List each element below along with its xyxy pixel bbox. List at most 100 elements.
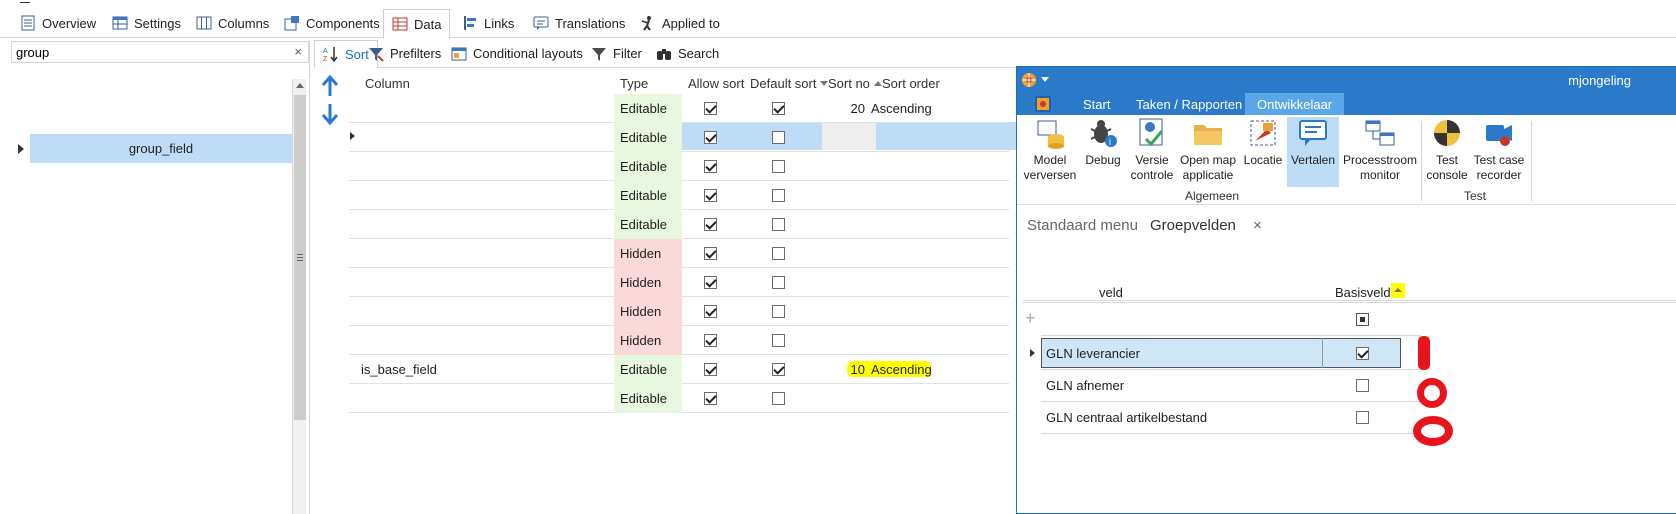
ribbon-group-algemeen: Algemeen [1185, 189, 1240, 203]
vertalen-button[interactable]: Vertalen [1287, 117, 1339, 187]
default-sort-checkbox[interactable] [772, 218, 785, 231]
allow-sort-checkbox[interactable] [704, 189, 717, 202]
default-sort-checkbox[interactable] [772, 305, 785, 318]
header-sort-no[interactable]: Sort no [828, 72, 882, 94]
header-basisveld[interactable]: Basisveld [1335, 285, 1391, 300]
table-row[interactable]: Hidden [349, 326, 1009, 355]
filter-row-checkbox[interactable] [1356, 313, 1369, 326]
allow-sort-checkbox[interactable] [704, 247, 717, 260]
subtab-filter[interactable]: Filter [591, 40, 642, 67]
move-down-button[interactable] [320, 102, 340, 126]
test-case-recorder-button[interactable]: Test case recorder [1471, 117, 1527, 187]
header-column[interactable]: Column [365, 72, 410, 94]
default-sort-checkbox[interactable] [772, 160, 785, 173]
move-up-button[interactable] [320, 74, 340, 98]
allow-sort-checkbox[interactable] [704, 218, 717, 231]
header-allow-sort[interactable]: Allow sort [688, 72, 744, 94]
veld-name[interactable]: GLN centraal artikelbestand [1046, 410, 1207, 425]
subtab-search[interactable]: Search [656, 40, 719, 67]
table-row[interactable]: Editable [349, 152, 1009, 181]
table-row[interactable]: is_base_field Editable 10 Ascending [349, 355, 1009, 384]
doc-tab-standaard-menu[interactable]: Standaard menu [1027, 217, 1138, 234]
table-row[interactable]: Hidden [349, 297, 1009, 326]
table-row[interactable]: Editable [349, 181, 1009, 210]
default-sort-checkbox[interactable] [772, 363, 785, 376]
left-scrollbar[interactable] [292, 79, 306, 514]
cell-type: Hidden [614, 268, 682, 297]
ribbon-tab-ontwikkelaar[interactable]: Ontwikkelaar [1245, 93, 1345, 115]
basisveld-checkbox[interactable] [1356, 347, 1369, 360]
default-sort-checkbox[interactable] [772, 189, 785, 202]
table-row[interactable]: Editable [349, 210, 1009, 239]
cell-type: Editable [614, 210, 682, 239]
open-map-applicatie-button[interactable]: Open map applicatie [1177, 117, 1239, 187]
subtab-conditional-layouts[interactable]: Conditional layouts [451, 40, 583, 67]
tab-applied-to[interactable]: Applied to [640, 8, 720, 38]
clear-search-icon[interactable]: × [294, 44, 302, 59]
default-sort-checkbox[interactable] [772, 276, 785, 289]
header-sort-order[interactable]: Sort order [882, 72, 940, 94]
veld-name[interactable]: GLN afnemer [1046, 378, 1124, 393]
debug-button[interactable]: i Debug [1083, 117, 1123, 187]
header-veld[interactable]: veld [1099, 285, 1123, 300]
table-row[interactable]: Editable [349, 384, 1009, 413]
default-sort-checkbox[interactable] [772, 334, 785, 347]
allow-sort-checkbox[interactable] [704, 102, 717, 115]
annotation-mark [1418, 336, 1430, 370]
subtab-prefilters[interactable]: Prefilters [368, 40, 441, 67]
close-tab-icon[interactable]: × [1253, 217, 1262, 234]
header-default-sort[interactable]: Default sort [750, 72, 829, 94]
ribbon-tab-taken-rapporten[interactable]: Taken / Rapporten [1136, 93, 1242, 115]
tree-item-selected[interactable]: group_field [30, 134, 292, 163]
conditional-layout-icon [451, 46, 467, 62]
allow-sort-checkbox[interactable] [704, 160, 717, 173]
window-top-edge [0, 0, 1676, 8]
basisveld-checkbox[interactable] [1356, 411, 1369, 424]
default-sort-checkbox[interactable] [772, 102, 785, 115]
cell-divider [1322, 338, 1323, 368]
translate-icon [1297, 117, 1329, 149]
top-tab-bar: Overview Settings Columns Components Dat… [0, 8, 1676, 39]
allow-sort-checkbox[interactable] [704, 305, 717, 318]
allow-sort-checkbox[interactable] [704, 276, 717, 289]
allow-sort-checkbox[interactable] [704, 131, 717, 144]
versie-controle-button[interactable]: Versie controle [1129, 117, 1175, 187]
tab-components[interactable]: Components [284, 8, 380, 38]
search-input[interactable] [12, 42, 272, 62]
default-sort-checkbox[interactable] [772, 392, 785, 405]
tab-columns[interactable]: Columns [196, 8, 269, 38]
default-sort-checkbox[interactable] [772, 247, 785, 260]
table-row[interactable]: Hidden [349, 268, 1009, 297]
table-row[interactable]: Editable [349, 123, 1009, 152]
cell-sort-order: Ascending [871, 101, 932, 116]
app-menu-icon[interactable] [1035, 96, 1051, 112]
basisveld-checkbox[interactable] [1356, 379, 1369, 392]
allow-sort-checkbox[interactable] [704, 392, 717, 405]
allow-sort-checkbox[interactable] [704, 334, 717, 347]
tab-translations[interactable]: Translations [533, 8, 625, 38]
overview-icon [20, 15, 36, 31]
processtroom-monitor-button[interactable]: Processtroom monitor [1343, 117, 1417, 187]
table-row[interactable]: Editable 20 Ascending [349, 94, 1009, 123]
locatie-button[interactable]: Locatie [1241, 117, 1285, 187]
model-verversen-button[interactable]: Model verversen [1023, 117, 1077, 187]
tab-data[interactable]: Data [383, 9, 451, 39]
header-type[interactable]: Type [620, 72, 648, 94]
expand-arrow-icon[interactable] [18, 144, 24, 154]
bug-icon: i [1087, 117, 1119, 149]
default-sort-checkbox[interactable] [772, 131, 785, 144]
tab-links[interactable]: Links [462, 8, 514, 38]
quick-access-dropdown-icon[interactable] [1041, 77, 1049, 82]
test-console-button[interactable]: Test console [1426, 117, 1468, 187]
version-control-icon [1136, 117, 1168, 149]
add-row-icon[interactable]: + [1025, 308, 1036, 329]
panel-splitter[interactable] [309, 40, 310, 514]
allow-sort-checkbox[interactable] [704, 363, 717, 376]
ribbon-tab-start[interactable]: Start [1083, 93, 1110, 115]
table-row[interactable]: Hidden [349, 239, 1009, 268]
scroll-up-icon[interactable] [296, 83, 304, 88]
tab-settings[interactable]: Settings [112, 8, 181, 38]
veld-name[interactable]: GLN leverancier [1046, 346, 1140, 361]
tab-overview[interactable]: Overview [20, 8, 96, 38]
doc-tab-groepvelden[interactable]: Groepvelden [1150, 217, 1236, 234]
